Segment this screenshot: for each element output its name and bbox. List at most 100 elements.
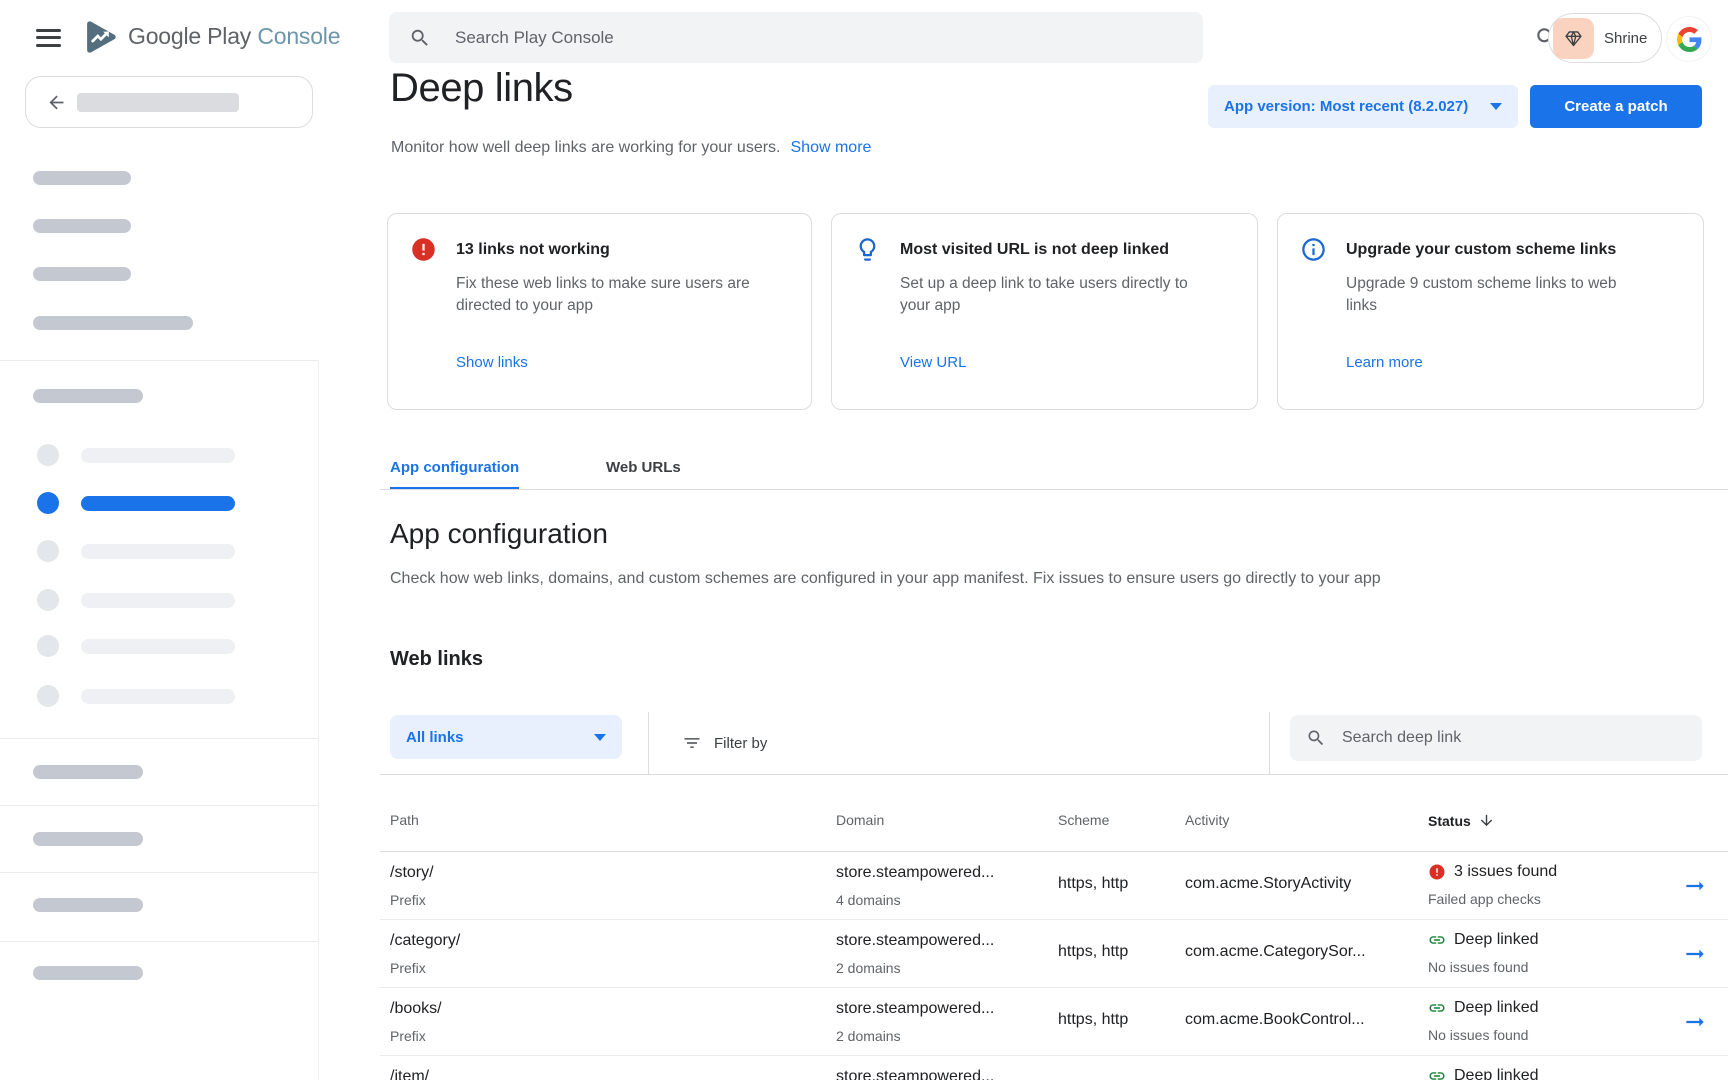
arrow-right-icon [1682, 1009, 1708, 1035]
domain-cell: store.steampowered... [836, 932, 994, 950]
current-app-name: Shrine [1604, 30, 1647, 47]
arrow-back-icon [46, 92, 67, 113]
sidebar-item-placeholder[interactable] [37, 685, 235, 707]
nav-dot-icon [37, 492, 59, 514]
app-version-dropdown[interactable]: App version: Most recent (8.2.027) [1208, 85, 1518, 128]
menu-icon[interactable] [36, 29, 61, 47]
status-cell: 3 issues found [1428, 863, 1557, 881]
skeleton-bar [81, 496, 235, 511]
back-button[interactable] [25, 76, 313, 128]
table-row-item[interactable]: /item/ store.steampowered... Deep linked [380, 1056, 1728, 1080]
card-upgrade-custom-scheme: Upgrade your custom scheme links Upgrade… [1277, 213, 1704, 410]
google-account-avatar[interactable] [1666, 16, 1712, 62]
path-cell: /story/ [390, 864, 434, 882]
card-title: Upgrade your custom scheme links [1346, 241, 1616, 259]
tab-web-urls[interactable]: Web URLs [606, 459, 681, 487]
google-g-icon [1677, 27, 1702, 52]
sidebar-divider [0, 805, 318, 806]
sidebar-item-placeholder[interactable] [37, 444, 235, 466]
deep-link-search-bar[interactable] [1290, 715, 1702, 761]
play-console-logo-icon [80, 18, 118, 56]
skeleton-bar [33, 219, 131, 233]
filter-by-button[interactable]: Filter by [682, 712, 767, 774]
table-row-story[interactable]: /story/ Prefix store.steampowered... 4 d… [380, 852, 1728, 920]
path-type-cell: Prefix [390, 892, 426, 908]
column-header-scheme[interactable]: Scheme [1058, 812, 1109, 828]
nav-dot-icon [37, 635, 59, 657]
sidebar-item-placeholder[interactable] [37, 635, 235, 657]
sidebar-item-current-deep-links[interactable] [37, 492, 235, 514]
status-detail-cell: Failed app checks [1428, 891, 1541, 907]
sidebar-divider [0, 360, 318, 361]
shrine-app-icon [1553, 18, 1594, 59]
filter-icon [682, 733, 702, 753]
card-most-visited-url: Most visited URL is not deep linked Set … [831, 213, 1258, 410]
web-links-table: /story/ Prefix store.steampowered... 4 d… [380, 852, 1728, 1080]
info-icon [1300, 236, 1327, 263]
skeleton-bar [33, 389, 143, 403]
activity-cell: com.acme.BookControl... [1185, 1011, 1365, 1029]
filter-by-label: Filter by [714, 735, 767, 752]
table-row-category[interactable]: /category/ Prefix store.steampowered... … [380, 920, 1728, 988]
status-label: Deep linked [1454, 999, 1539, 1017]
link-icon [1428, 1067, 1446, 1080]
link-icon [1428, 931, 1446, 949]
status-cell: Deep linked [1428, 999, 1539, 1017]
page-subtitle: Monitor how well deep links are working … [391, 139, 871, 157]
sidebar-divider [0, 872, 318, 873]
web-links-toolbar: All links Filter by [380, 712, 1728, 775]
sidebar-item-placeholder[interactable] [37, 540, 235, 562]
domain-cell: store.steampowered... [836, 1068, 994, 1080]
section-description: Check how web links, domains, and custom… [390, 570, 1381, 588]
play-console-deep-links-page: Google Play Console Shrine [0, 0, 1728, 1080]
scheme-cell: https, http [1058, 1011, 1128, 1029]
skeleton-bar [81, 593, 235, 608]
sidebar-divider [0, 941, 318, 942]
sidebar-item-placeholder[interactable] [37, 589, 235, 611]
row-detail-arrow[interactable] [1682, 1009, 1708, 1035]
view-url-link[interactable]: View URL [900, 354, 966, 371]
status-cell: Deep linked [1428, 931, 1539, 949]
column-header-activity[interactable]: Activity [1185, 812, 1229, 828]
chevron-down-icon [1490, 103, 1502, 110]
status-label: 3 issues found [1454, 863, 1557, 881]
domain-cell: store.steampowered... [836, 864, 994, 882]
play-console-logo[interactable]: Google Play Console [128, 23, 340, 50]
all-links-dropdown[interactable]: All links [390, 715, 622, 759]
show-more-link[interactable]: Show more [791, 139, 872, 156]
show-links-link[interactable]: Show links [456, 354, 528, 371]
column-header-status-sorted[interactable]: Status [1428, 812, 1495, 829]
nav-dot-icon [37, 685, 59, 707]
column-header-path[interactable]: Path [390, 812, 419, 828]
skeleton-bar [33, 898, 143, 912]
path-cell: /item/ [390, 1068, 429, 1080]
status-label: Deep linked [1454, 931, 1539, 949]
app-switcher-chip[interactable]: Shrine [1548, 13, 1662, 63]
card-body: Fix these web links to make sure users a… [456, 273, 776, 317]
skeleton-bar [33, 171, 131, 185]
skeleton-bar [81, 544, 235, 559]
create-patch-button[interactable]: Create a patch [1530, 85, 1702, 128]
page-subtitle-text: Monitor how well deep links are working … [391, 139, 781, 156]
row-detail-arrow[interactable] [1682, 873, 1708, 899]
page-title: Deep links [390, 66, 573, 111]
skeleton-bar [81, 448, 235, 463]
deep-link-search-input[interactable] [1340, 728, 1674, 748]
app-version-label: App version: Most recent (8.2.027) [1224, 98, 1468, 115]
console-search-input[interactable] [453, 27, 1097, 49]
toolbar-divider [648, 712, 649, 774]
console-search-bar[interactable] [389, 12, 1203, 63]
card-body: Upgrade 9 custom scheme links to web lin… [1346, 273, 1638, 317]
column-header-domain[interactable]: Domain [836, 812, 884, 828]
table-row-books[interactable]: /books/ Prefix store.steampowered... 2 d… [380, 988, 1728, 1056]
learn-more-link[interactable]: Learn more [1346, 354, 1423, 371]
path-cell: /category/ [390, 932, 460, 950]
path-cell: /books/ [390, 1000, 442, 1018]
row-detail-arrow[interactable] [1682, 941, 1708, 967]
tab-app-configuration[interactable]: App configuration [390, 459, 519, 490]
toolbar-divider [1269, 712, 1270, 774]
status-header-label: Status [1428, 813, 1471, 829]
skeleton-bar [33, 966, 143, 980]
logo-text-google-play: Google Play [128, 23, 251, 49]
skeleton-bar [33, 765, 143, 779]
